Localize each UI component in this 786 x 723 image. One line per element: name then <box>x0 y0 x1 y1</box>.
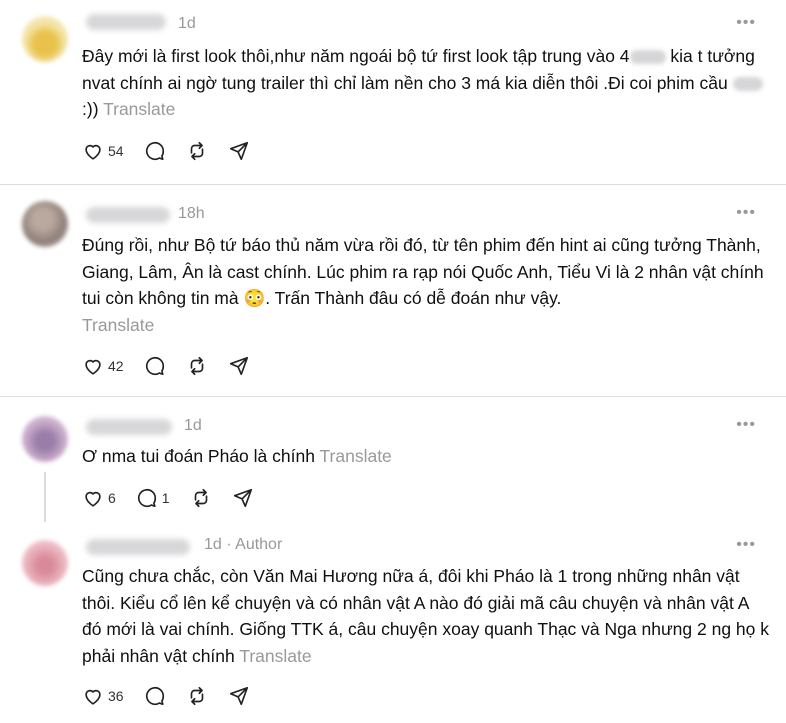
timestamp: 18h <box>178 205 205 222</box>
share-button[interactable] <box>228 355 250 377</box>
repost-icon <box>190 686 203 706</box>
comment-3: 1d ••• Ơ nma tui đoán Pháo là chính Tran… <box>0 397 786 527</box>
like-count: 36 <box>108 688 124 704</box>
translate-link[interactable]: Translate <box>239 646 311 666</box>
username[interactable] <box>86 14 166 30</box>
username[interactable] <box>86 207 170 223</box>
comment-4: 1d · Author ••• Cũng chưa chắc, còn Văn … <box>0 527 786 723</box>
avatar[interactable] <box>22 201 68 247</box>
heart-icon <box>85 491 101 507</box>
share-icon <box>229 141 248 161</box>
comment-text-body: Đúng rồi, như Bộ tứ báo thủ năm vừa rồi … <box>82 235 764 308</box>
comment-text-body: Ơ nma tui đoán Pháo là chính <box>82 446 315 466</box>
repost-button[interactable] <box>190 487 212 509</box>
comment-icon <box>145 686 164 706</box>
heart-icon <box>85 689 101 705</box>
like-button[interactable]: 36 <box>82 685 124 707</box>
share-button[interactable] <box>228 140 250 162</box>
avatar[interactable] <box>22 16 68 62</box>
avatar[interactable] <box>22 540 68 586</box>
avatar[interactable] <box>22 416 68 462</box>
reply-button[interactable] <box>144 140 166 162</box>
translate-link[interactable]: Translate <box>82 315 154 335</box>
repost-button[interactable] <box>186 685 208 707</box>
comment-text: Đây mới là first look thôi,như năm ngoái… <box>82 43 772 123</box>
heart-icon <box>85 359 101 375</box>
like-count: 6 <box>108 490 116 506</box>
comment-2: 18h ••• Đúng rồi, như Bộ tứ báo thủ năm … <box>0 185 786 395</box>
redacted-word <box>732 76 763 91</box>
timestamp: 1d <box>178 15 196 32</box>
comment-1: 1d ••• Đây mới là first look thôi,như nă… <box>0 0 786 184</box>
repost-button[interactable] <box>186 355 208 377</box>
comment-text-part-3: :)) <box>82 99 99 119</box>
comment-text: Cũng chưa chắc, còn Văn Mai Hương nữa á,… <box>82 563 772 669</box>
like-button[interactable]: 42 <box>82 355 124 377</box>
comment-icon <box>137 488 156 508</box>
like-button[interactable]: 54 <box>82 140 124 162</box>
share-button[interactable] <box>228 685 250 707</box>
reply-button[interactable]: 1 <box>136 487 170 509</box>
author-badge: Author <box>235 536 283 553</box>
more-options-icon[interactable]: ••• <box>736 536 756 554</box>
meta-separator: · <box>226 536 232 553</box>
more-options-icon[interactable]: ••• <box>736 14 756 32</box>
like-button[interactable]: 6 <box>82 487 116 509</box>
username[interactable] <box>86 419 172 435</box>
comment-meta: 1d · Author <box>204 536 282 554</box>
repost-icon <box>194 488 207 508</box>
username[interactable] <box>86 539 190 555</box>
thread-line <box>44 472 46 522</box>
share-icon <box>229 356 248 376</box>
translate-link[interactable]: Translate <box>319 446 391 466</box>
translate-link[interactable]: Translate <box>103 99 175 119</box>
redacted-word <box>629 50 666 65</box>
heart-icon <box>85 144 101 160</box>
action-bar: 42 <box>82 355 270 377</box>
comment-text: Ơ nma tui đoán Pháo là chính Translate <box>82 443 772 470</box>
like-count: 42 <box>108 358 124 374</box>
reply-count: 1 <box>161 490 170 506</box>
comment-icon <box>145 141 164 161</box>
comment-text-body: Cũng chưa chắc, còn Văn Mai Hương nữa á,… <box>82 566 769 666</box>
repost-icon <box>190 356 203 376</box>
share-button[interactable] <box>232 487 254 509</box>
share-icon <box>233 488 252 508</box>
repost-icon <box>190 141 203 161</box>
share-icon <box>229 686 248 706</box>
reply-button[interactable] <box>144 685 166 707</box>
more-options-icon[interactable]: ••• <box>736 416 756 434</box>
more-options-icon[interactable]: ••• <box>736 204 756 222</box>
comment-icon <box>145 356 164 376</box>
timestamp: 1d <box>204 536 222 553</box>
comment-text-part-1: Đây mới là first look thôi,như năm ngoái… <box>82 46 630 66</box>
action-bar: 6 1 <box>82 487 274 509</box>
action-bar: 54 <box>82 140 270 162</box>
timestamp: 1d <box>184 417 202 434</box>
repost-button[interactable] <box>186 140 208 162</box>
like-count: 54 <box>108 143 124 159</box>
reply-button[interactable] <box>144 355 166 377</box>
comment-text: Đúng rồi, như Bộ tứ báo thủ năm vừa rồi … <box>82 232 772 338</box>
action-bar: 36 <box>82 685 270 707</box>
